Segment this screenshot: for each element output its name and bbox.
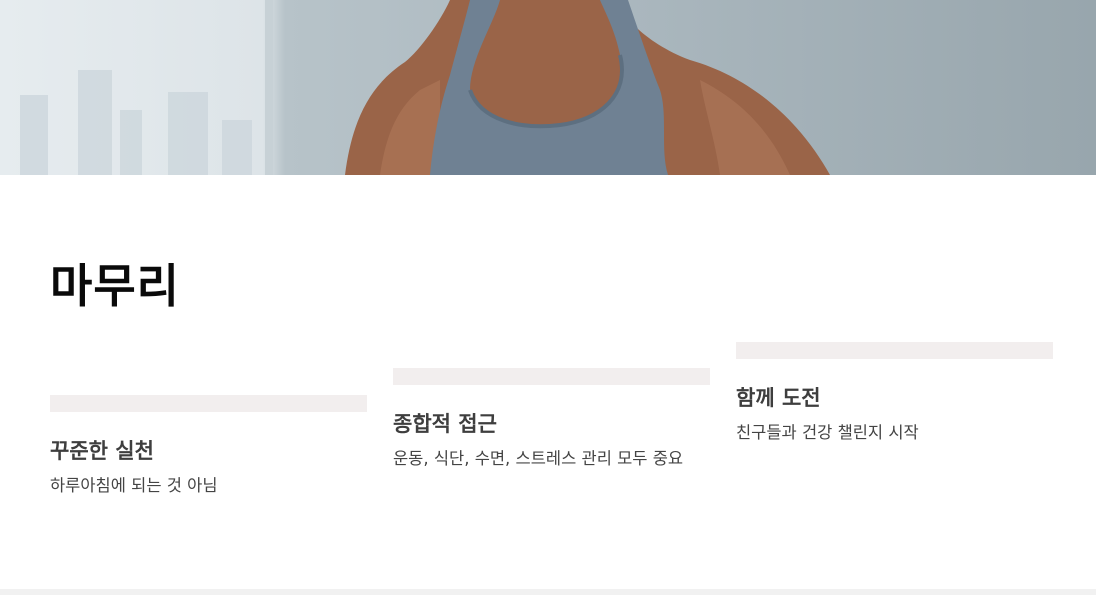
card-heading: 꾸준한 실천 xyxy=(50,439,154,463)
hero-image xyxy=(0,0,1096,175)
card-accent-bar xyxy=(736,342,1053,359)
summary-card-holistic: 종합적 접근 운동, 식단, 수면, 스트레스 관리 모두 중요 xyxy=(393,368,710,469)
card-accent-bar xyxy=(393,368,710,385)
page-title: 마무리 xyxy=(50,259,180,313)
footer-divider xyxy=(0,589,1096,595)
card-description: 하루아침에 되는 것 아님 xyxy=(50,476,218,495)
card-heading: 함께 도전 xyxy=(736,386,821,410)
card-heading: 종합적 접근 xyxy=(393,412,497,436)
summary-card-consistency: 꾸준한 실천 하루아침에 되는 것 아님 xyxy=(50,395,367,496)
card-accent-bar xyxy=(50,395,367,412)
summary-card-together: 함께 도전 친구들과 건강 챌린지 시작 xyxy=(736,342,1053,443)
card-description: 친구들과 건강 챌린지 시작 xyxy=(736,423,919,442)
card-description: 운동, 식단, 수면, 스트레스 관리 모두 중요 xyxy=(393,449,684,468)
